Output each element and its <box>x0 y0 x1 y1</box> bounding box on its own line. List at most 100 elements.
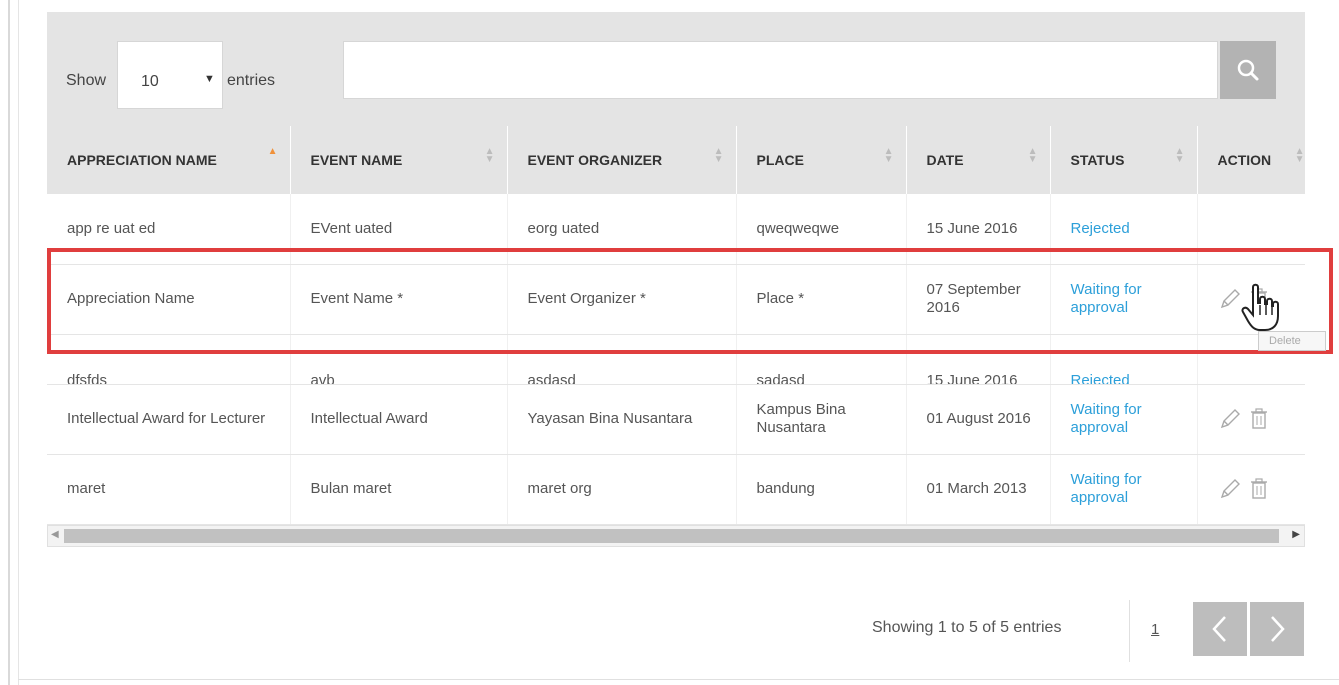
cell-appreciation: maret <box>47 454 291 525</box>
status-link[interactable]: Rejected <box>1071 372 1187 384</box>
cell-action <box>1197 384 1306 455</box>
pagination-info: Showing 1 to 5 of 5 entries <box>872 619 1062 636</box>
cell-place: Place * <box>736 264 907 335</box>
cell-text: sadasd <box>756 371 805 384</box>
panel-bottom-border <box>18 679 1339 680</box>
search-icon <box>1237 59 1259 81</box>
trash-icon[interactable] <box>1248 407 1270 431</box>
scroll-right-arrow-icon[interactable]: ▶ <box>1292 529 1300 540</box>
trash-icon[interactable] <box>1248 477 1270 501</box>
page-size-value: 10 <box>141 73 159 90</box>
col-header-label: EVENT ORGANIZER <box>527 152 663 168</box>
table-header-row: APPRECIATION NAME ▲ EVENT NAME ▲ ▼ EVENT OR… <box>47 126 1305 194</box>
datatable-wrapper: Show 10 ▼ entries APPRECIATION NAME ▲ EVE… <box>47 12 1305 547</box>
sort-asc-icon: ▲ <box>267 146 278 157</box>
col-header-date[interactable]: DATE ▲ ▼ <box>906 126 1051 194</box>
cell-organizer: Event Organizer * <box>507 264 737 335</box>
horizontal-scrollbar[interactable]: ◀ ▶ <box>47 524 1305 547</box>
table-row: Intellectual Award for Lecturer Intellec… <box>47 384 1306 455</box>
scrollbar-thumb[interactable] <box>64 528 1279 543</box>
cell-event: avb <box>290 334 508 385</box>
col-header-label: PLACE <box>756 152 804 168</box>
show-label: Show <box>66 72 107 89</box>
col-header-label: DATE <box>926 152 964 168</box>
scroll-left-arrow-icon[interactable]: ◀ <box>51 529 59 540</box>
cell-place: Kampus Bina Nusantara <box>736 384 907 455</box>
cell-event: Bulan maret <box>290 454 508 525</box>
action-buttons <box>1218 407 1306 431</box>
cell-text: dfsfds <box>67 371 108 384</box>
cell-appreciation: Appreciation Name <box>47 264 291 335</box>
cell-place: bandung <box>736 454 907 525</box>
cell-appreciation: app re uat ed <box>47 194 291 265</box>
table-row: app re uat ed EVent uated eorg uated qwe… <box>47 194 1305 265</box>
table-toolbar: Show 10 ▼ entries <box>47 12 1305 126</box>
col-header-label: APPRECIATION NAME <box>67 152 217 168</box>
status-link[interactable]: Rejected <box>1071 220 1130 237</box>
cell-status: Waiting for approval <box>1050 454 1198 525</box>
pagination-divider <box>1129 600 1130 662</box>
panel-left-border-inner <box>18 0 19 685</box>
entries-label: entries <box>227 72 276 89</box>
status-link[interactable]: Waiting for approval <box>1071 281 1142 316</box>
table-row: Appreciation Name Event Name * Event Org… <box>47 264 1305 335</box>
table-scroll-area: APPRECIATION NAME ▲ EVENT NAME ▲ ▼ EVENT OR… <box>47 126 1305 525</box>
hand-pointer-icon <box>1241 283 1279 331</box>
status-link[interactable]: Waiting for approval <box>1071 471 1142 506</box>
caret-down-icon: ▼ <box>204 73 215 85</box>
chevron-left-icon <box>1212 616 1226 642</box>
cell-event: Intellectual Award <box>290 384 508 455</box>
panel-left-border <box>8 0 10 685</box>
sort-icon: ▲ ▼ <box>1294 146 1305 165</box>
pencil-icon[interactable] <box>1218 287 1242 311</box>
pencil-icon[interactable] <box>1218 407 1242 431</box>
cell-status: Rejected <box>1050 194 1198 265</box>
appreciation-table: APPRECIATION NAME ▲ EVENT NAME ▲ ▼ EVENT OR… <box>47 126 1305 525</box>
next-page-button[interactable] <box>1250 602 1304 656</box>
col-header-event-organizer[interactable]: EVENT ORGANIZER ▲ ▼ <box>507 126 737 194</box>
col-header-label: ACTION <box>1217 152 1272 168</box>
table-row: dfsfds avb asdasd sadasd 15 June 2016 Re… <box>47 334 1305 385</box>
cell-organizer: asdasd <box>507 334 737 385</box>
col-header-action[interactable]: ACTION ▲ ▼ <box>1197 126 1305 194</box>
cell-organizer: maret org <box>507 454 737 525</box>
status-link[interactable]: Waiting for approval <box>1071 401 1142 436</box>
cell-status: Waiting for approval <box>1050 384 1198 455</box>
col-header-status[interactable]: STATUS ▲ ▼ <box>1050 126 1198 194</box>
col-header-label: STATUS <box>1070 152 1125 168</box>
cell-date: 01 August 2016 <box>906 384 1051 455</box>
col-header-place[interactable]: PLACE ▲ ▼ <box>736 126 907 194</box>
page-size-select[interactable]: 10 ▼ <box>117 41 223 109</box>
page-link-1[interactable]: 1 <box>1151 621 1159 638</box>
cell-date: 15 June 2016 <box>906 334 1051 385</box>
search-input[interactable] <box>343 41 1218 99</box>
cell-status: Rejected <box>1050 334 1198 385</box>
cell-appreciation: dfsfds <box>47 334 291 385</box>
cell-date: 15 June 2016 <box>906 194 1051 265</box>
cell-text: avb <box>310 371 335 384</box>
cell-text: 15 June 2016 <box>926 371 1018 384</box>
sort-icon: ▲ ▼ <box>484 146 495 165</box>
sort-icon: ▲ ▼ <box>883 146 894 165</box>
cell-action <box>1197 454 1306 525</box>
cell-date: 01 March 2013 <box>906 454 1051 525</box>
cell-event: EVent uated <box>290 194 508 265</box>
cell-text: asdasd <box>527 371 576 384</box>
cell-date: 07 September 2016 <box>906 264 1051 335</box>
sort-icon: ▲ ▼ <box>1027 146 1038 165</box>
cell-appreciation: Intellectual Award for Lecturer <box>47 384 291 455</box>
search-button[interactable] <box>1220 41 1276 99</box>
cell-action <box>1197 194 1305 265</box>
table-row: maret Bulan maret maret org bandung 01 M… <box>47 454 1306 525</box>
cell-organizer: eorg uated <box>507 194 737 265</box>
cell-place: qweqweqwe <box>736 194 907 265</box>
sort-icon: ▲ ▼ <box>1174 146 1185 165</box>
prev-page-button[interactable] <box>1193 602 1247 656</box>
action-buttons <box>1218 477 1306 501</box>
cell-event: Event Name * <box>290 264 508 335</box>
cell-status: Waiting for approval <box>1050 264 1198 335</box>
cell-place: sadasd <box>736 334 907 385</box>
pencil-icon[interactable] <box>1218 477 1242 501</box>
col-header-event-name[interactable]: EVENT NAME ▲ ▼ <box>290 126 508 194</box>
col-header-appreciation-name[interactable]: APPRECIATION NAME ▲ <box>47 126 291 194</box>
